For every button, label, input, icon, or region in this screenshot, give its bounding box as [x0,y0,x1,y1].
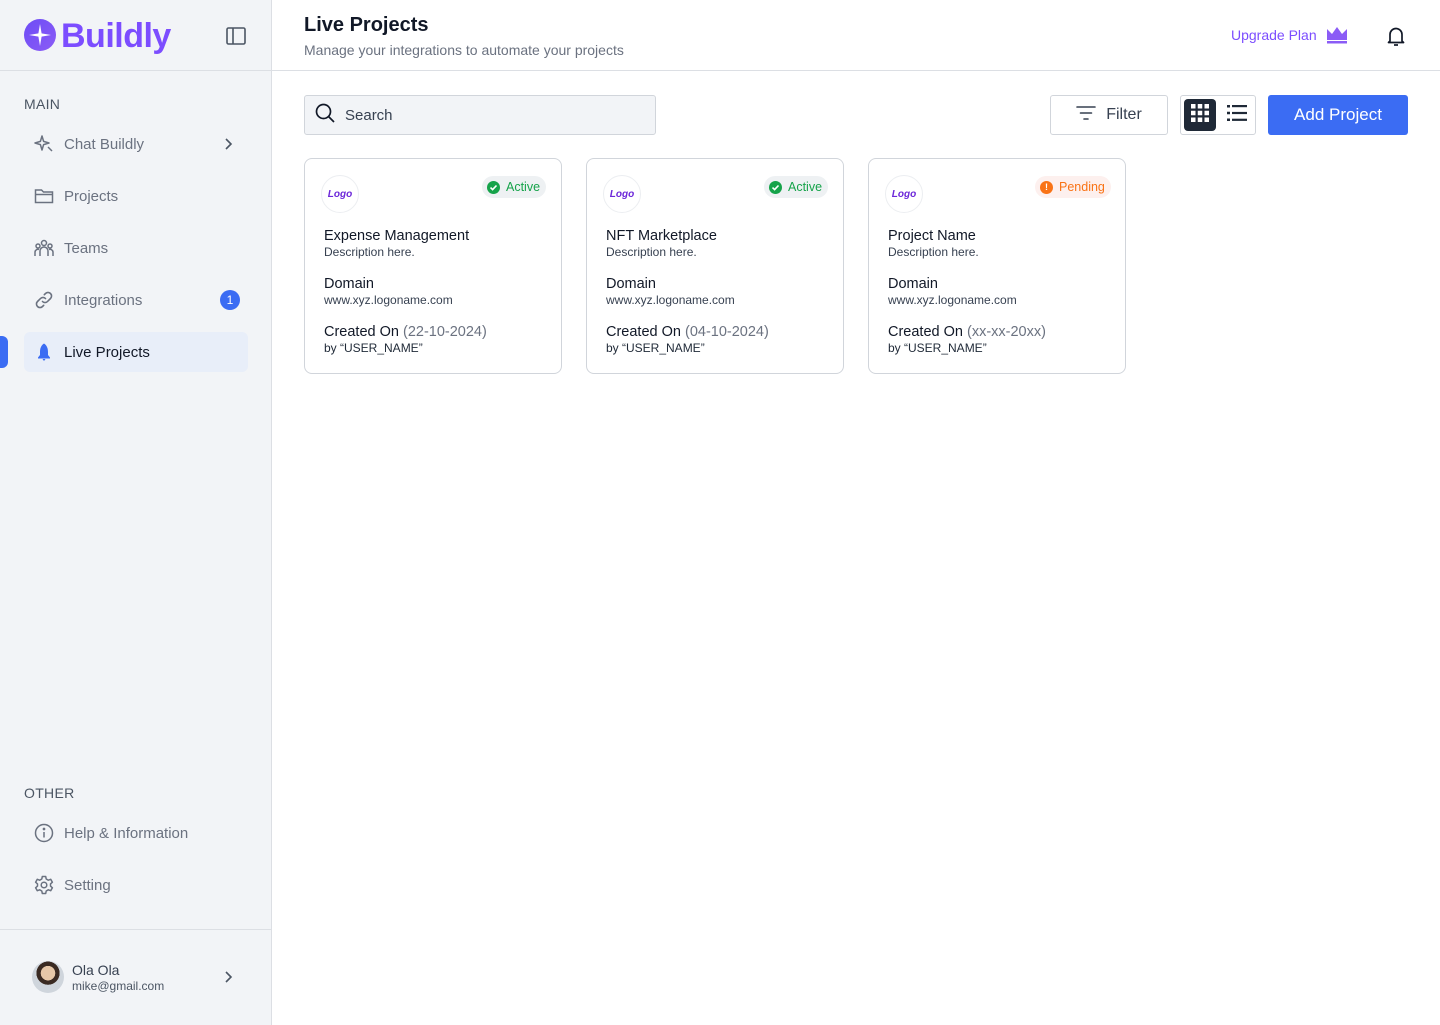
created-by: by “USER_NAME” [606,341,705,355]
sidebar-item-teams[interactable]: Teams [24,228,248,268]
section-label-main: MAIN [24,96,61,112]
created-date: (xx-xx-20xx) [967,324,1046,340]
project-domain: www.xyz.logoname.com [606,293,735,307]
status-badge: Active [482,176,547,198]
status-label: Pending [1059,180,1105,194]
sidebar-item-help[interactable]: Help & Information [24,813,248,853]
check-circle-icon [769,180,782,194]
sidebar-item-projects[interactable]: Projects [24,176,248,216]
chevron-right-icon [220,136,236,152]
filter-icon [1076,105,1097,126]
created-on: Created On (xx-xx-20xx) [888,324,1046,340]
project-domain: www.xyz.logoname.com [888,293,1017,307]
project-logo: Logo [321,175,359,213]
alert-circle-icon: ! [1040,180,1053,194]
info-icon [34,823,54,843]
page-header: Live Projects Manage your integrations t… [272,0,1440,71]
sidebar-toggle-icon[interactable] [224,24,248,48]
sidebar-item-live-projects[interactable]: Live Projects [24,332,248,372]
sidebar-item-label: Teams [64,239,109,257]
bell-icon[interactable] [1384,24,1408,48]
user-profile[interactable]: Ola Ola mike@gmail.com [0,929,271,1025]
sidebar-item-chat-buildly[interactable]: Chat Buildly [24,124,248,164]
sparkle-icon [34,134,54,154]
project-logo: Logo [603,175,641,213]
rocket-icon [34,342,54,362]
gear-icon [34,875,54,895]
brand-logo-icon [24,19,56,51]
created-label: Created On [606,324,681,340]
user-email: mike@gmail.com [72,979,165,993]
add-project-button[interactable]: Add Project [1268,95,1408,135]
list-icon [1227,104,1247,127]
status-badge: ! Pending [1035,176,1111,198]
sidebar-item-label: Setting [64,876,111,894]
sidebar-item-setting[interactable]: Setting [24,865,248,905]
project-card[interactable]: Logo Active Expense Management Descripti… [304,158,562,374]
project-description: Description here. [888,245,979,259]
project-description: Description here. [606,245,697,259]
user-name: Ola Ola [72,962,120,978]
project-domain: www.xyz.logoname.com [324,293,453,307]
page-subtitle: Manage your integrations to automate you… [304,42,624,58]
brand-name: Buildly [61,17,171,55]
filter-button[interactable]: Filter [1050,95,1168,135]
notification-badge: 1 [220,290,240,310]
project-description: Description here. [324,245,415,259]
list-view-button[interactable] [1221,99,1253,131]
status-label: Active [788,180,823,194]
created-on: Created On (22-10-2024) [324,324,487,340]
section-label-other: OTHER [24,785,75,801]
created-label: Created On [888,324,963,340]
grid-icon [1191,103,1209,127]
view-toggle [1180,95,1256,135]
folder-icon [34,186,54,206]
search-input[interactable] [345,106,625,124]
created-on: Created On (04-10-2024) [606,324,769,340]
chevron-right-icon[interactable] [220,969,236,985]
sidebar: Buildly MAIN Chat Buildly Projects Teams… [0,0,272,1025]
grid-view-button[interactable] [1184,99,1216,131]
created-by: by “USER_NAME” [888,341,987,355]
project-card[interactable]: Logo Active NFT Marketplace Description … [586,158,844,374]
crown-icon [1326,26,1348,44]
link-icon [34,290,54,310]
brand-header: Buildly [0,0,271,71]
project-card[interactable]: Logo ! Pending Project Name Description … [868,158,1126,374]
upgrade-plan-link[interactable]: Upgrade Plan [1231,26,1348,44]
project-logo: Logo [885,175,923,213]
project-title: Project Name [888,228,976,244]
domain-label: Domain [888,276,938,292]
sidebar-item-label: Help & Information [64,824,189,842]
check-circle-icon [487,180,500,194]
avatar [32,961,64,993]
page-title: Live Projects [304,14,429,36]
sidebar-item-label: Chat Buildly [64,135,145,153]
filter-label: Filter [1106,106,1142,123]
project-title: NFT Marketplace [606,228,717,244]
domain-label: Domain [606,276,656,292]
domain-label: Domain [324,276,374,292]
created-date: (22-10-2024) [403,324,487,340]
search-icon [315,103,335,128]
status-label: Active [506,180,541,194]
sidebar-item-integrations[interactable]: Integrations 1 [24,280,248,320]
created-date: (04-10-2024) [685,324,769,340]
created-label: Created On [324,324,399,340]
sidebar-item-label: Projects [64,187,119,205]
status-badge: Active [764,176,829,198]
sidebar-item-label: Integrations [64,291,143,309]
users-icon [34,238,54,258]
sidebar-item-label: Live Projects [64,343,150,361]
search-box[interactable] [304,95,656,135]
created-by: by “USER_NAME” [324,341,423,355]
project-title: Expense Management [324,228,470,244]
upgrade-plan-label: Upgrade Plan [1231,27,1317,43]
active-indicator [0,336,8,368]
